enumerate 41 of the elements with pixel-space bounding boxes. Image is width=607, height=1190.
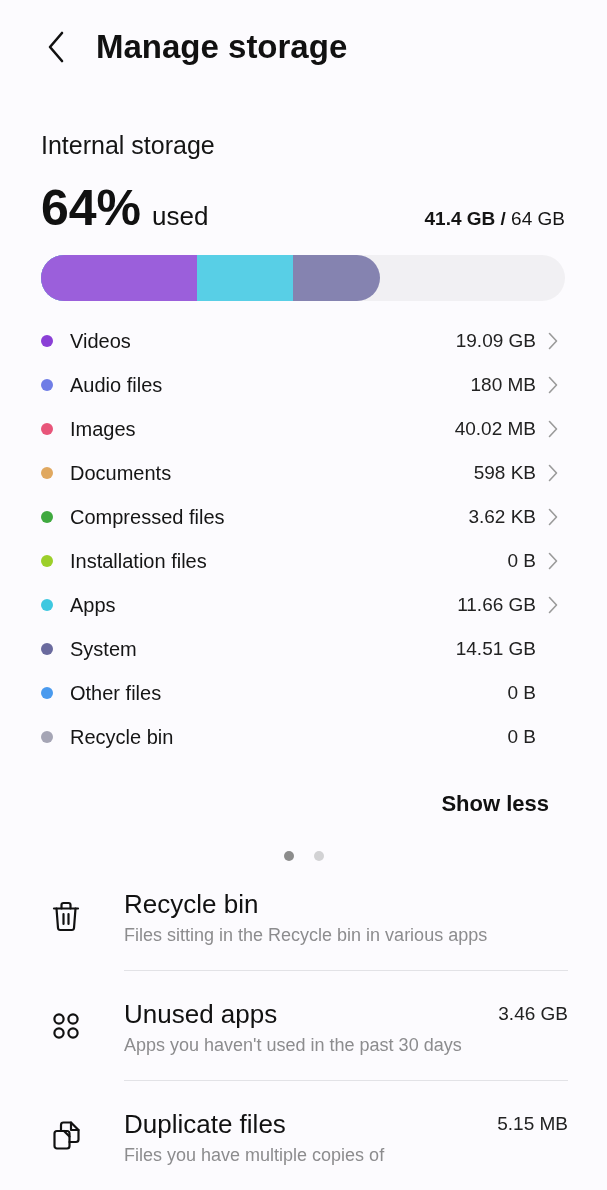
category-size: 19.09 GB: [455, 330, 536, 352]
tool-description: Files sitting in the Recycle bin in various apps: [124, 924, 489, 947]
category-name[interactable]: Images: [70, 417, 136, 441]
page-dot-icon[interactable]: [283, 851, 294, 861]
used-percent: 64%: [41, 180, 142, 236]
category-size: 0 B: [507, 726, 536, 748]
category-size: 14.51 GB: [455, 638, 536, 660]
used-label: used: [152, 201, 209, 232]
category-name[interactable]: Installation files: [70, 549, 207, 573]
category-size: 11.66 GB: [457, 594, 536, 616]
tool-size: 5.15 MB: [497, 1113, 568, 1135]
show-less-button[interactable]: Show less: [441, 789, 549, 819]
category-size: 598 KB: [473, 462, 536, 484]
category-size: 40.02 MB: [454, 418, 536, 440]
category-size: 0 B: [507, 682, 536, 704]
four-circles-icon: [53, 1013, 79, 1039]
category-name[interactable]: Audio files: [70, 373, 163, 397]
storage-label: Internal storage: [41, 131, 216, 159]
storage-amount: 41.4 GB / 64 GB: [424, 208, 565, 230]
copies-icon: [52, 1121, 80, 1150]
category-name: Other files: [70, 681, 162, 705]
back-button[interactable]: [48, 30, 64, 64]
category-size: 180 MB: [470, 374, 536, 396]
tool-size: 3.46 GB: [498, 1003, 568, 1025]
tool-description: Files you have multiple copies of: [124, 1144, 386, 1167]
back-icon: [48, 31, 64, 63]
category-size: 0 B: [507, 550, 536, 572]
category-name[interactable]: Compressed files: [70, 505, 225, 529]
tool-title[interactable]: Duplicate files: [124, 1109, 286, 1139]
category-name[interactable]: Documents: [70, 461, 172, 485]
category-size: 3.62 KB: [468, 506, 536, 528]
category-name: System: [70, 637, 137, 661]
page-title: Manage storage: [96, 27, 348, 67]
tool-title[interactable]: Unused apps: [124, 999, 278, 1029]
category-name[interactable]: Apps: [70, 593, 116, 617]
page-dot-icon[interactable]: [313, 851, 324, 861]
trash-icon: [52, 900, 80, 932]
category-name[interactable]: Videos: [70, 329, 131, 353]
tool-title[interactable]: Recycle bin: [124, 889, 259, 919]
tool-description: Apps you haven't used in the past 30 days: [124, 1034, 463, 1057]
category-name: Recycle bin: [70, 725, 174, 749]
